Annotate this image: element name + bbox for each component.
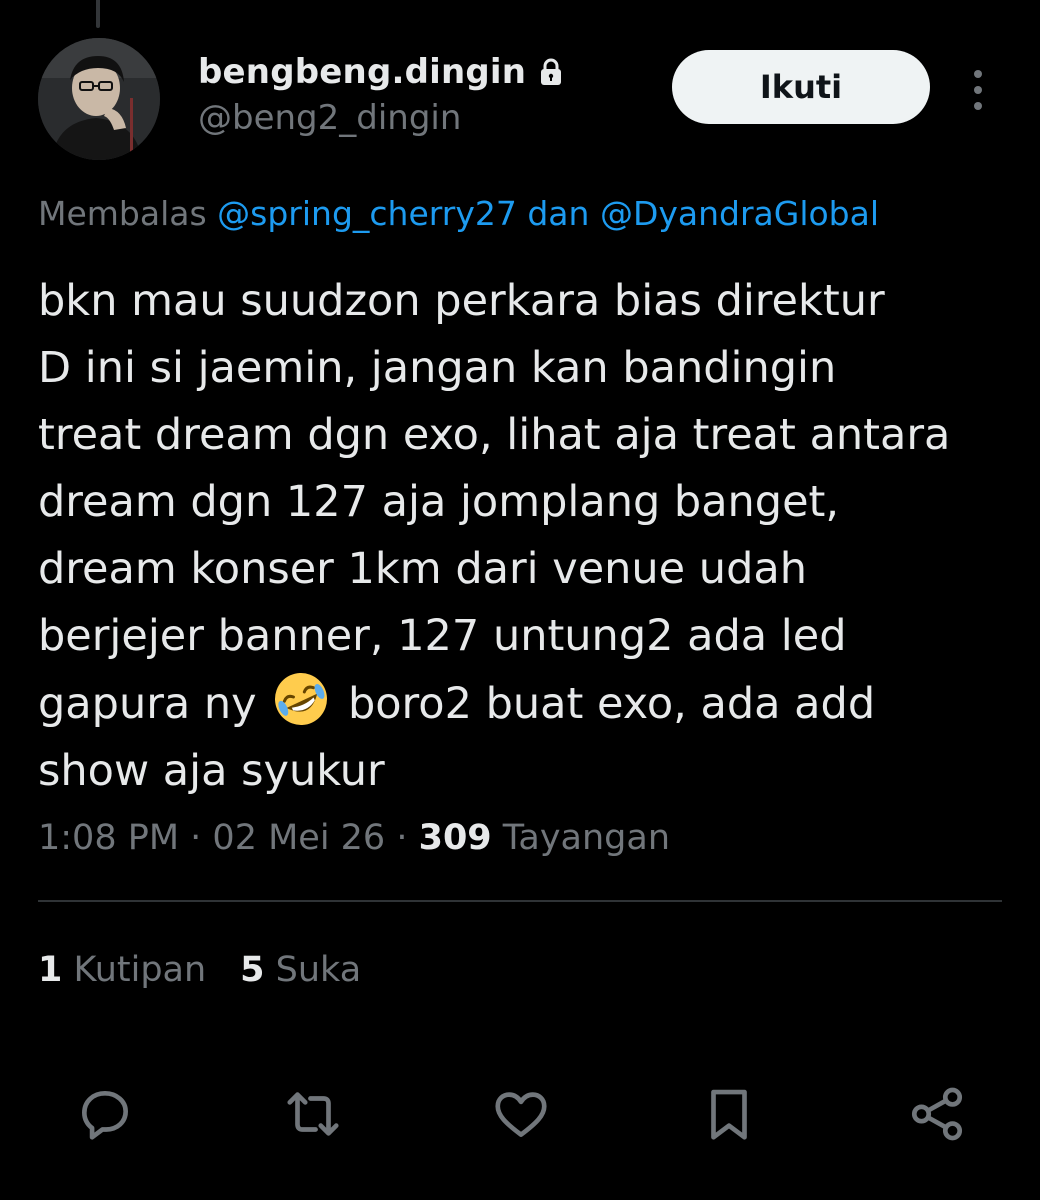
meta-separator: ·: [179, 818, 213, 858]
bookmark-icon: [711, 1089, 747, 1140]
mention-link[interactable]: @spring_cherry27: [217, 194, 517, 233]
views-count: 309: [418, 818, 492, 858]
tweet-line: berjejer banner, 127 untung2 ada led: [38, 611, 847, 661]
avatar-photo: [38, 38, 160, 160]
more-options-icon[interactable]: [958, 60, 998, 120]
divider: [38, 900, 1002, 902]
author-name-row: bengbeng.dingin: [198, 48, 564, 96]
reply-joiner: dan: [516, 194, 600, 233]
quotes-label: Kutipan: [62, 950, 207, 990]
thread-connector-line: [96, 0, 100, 28]
more-dot: [974, 70, 982, 78]
engagement-stats: 1 Kutipan 5 Suka: [38, 950, 395, 990]
reply-button[interactable]: [70, 1074, 140, 1154]
tweet-meta: 1:08 PM · 02 Mei 26 · 309 Tayangan: [38, 818, 670, 858]
views-label: Tayangan: [491, 818, 671, 858]
tweet-line: show aja syukur: [38, 746, 385, 796]
share-icon: [911, 1087, 963, 1141]
reply-context: Membalas @spring_cherry27 dan @DyandraGl…: [38, 194, 879, 233]
tweet-line: bkn mau suudzon perkara bias direktur: [38, 276, 885, 326]
tweet-line: D ini si jaemin, jangan kan bandingin: [38, 343, 837, 393]
retweet-icon: [287, 1092, 339, 1136]
tweet-time[interactable]: 1:08 PM: [38, 818, 179, 858]
tweet-line: dream konser 1km dari venue udah: [38, 544, 807, 594]
like-button[interactable]: [486, 1074, 556, 1154]
reply-prefix: Membalas: [38, 194, 218, 233]
more-dot: [974, 102, 982, 110]
quotes-stat[interactable]: 1 Kutipan: [38, 950, 206, 990]
tweet-line-with-emoji: gapura ny boro2 buat exo, ada add: [38, 670, 1008, 738]
quotes-count: 1: [38, 950, 63, 990]
share-button[interactable]: [902, 1074, 972, 1154]
likes-label: Suka: [264, 950, 362, 990]
action-bar: [38, 1074, 1002, 1154]
author-handle[interactable]: @beng2_dingin: [198, 98, 461, 138]
rolling-laughing-emoji-icon: [275, 673, 328, 725]
reply-icon: [82, 1091, 128, 1140]
like-icon: [495, 1092, 547, 1137]
tweet-line: dream dgn 127 aja jomplang banget,: [38, 477, 840, 527]
retweet-button[interactable]: [278, 1074, 348, 1154]
likes-stat[interactable]: 5 Suka: [240, 950, 361, 990]
tweet-line-part: boro2 buat exo, ada add: [347, 679, 876, 729]
more-dot: [974, 86, 982, 94]
follow-button[interactable]: Ikuti: [672, 50, 930, 124]
tweet-line-part: gapura ny: [38, 679, 257, 729]
tweet-text: bkn mau suudzon perkara bias direktur D …: [38, 268, 1008, 805]
lock-icon: [541, 58, 562, 85]
meta-separator: ·: [385, 818, 419, 858]
mention-link[interactable]: @DyandraGlobal: [600, 194, 879, 233]
likes-count: 5: [240, 950, 265, 990]
tweet-date[interactable]: 02 Mei 26: [212, 818, 385, 858]
tweet-line: treat dream dgn exo, lihat aja treat ant…: [38, 410, 951, 460]
avatar[interactable]: [38, 38, 160, 160]
author-display-name[interactable]: bengbeng.dingin: [198, 52, 526, 92]
bookmark-button[interactable]: [694, 1074, 764, 1154]
